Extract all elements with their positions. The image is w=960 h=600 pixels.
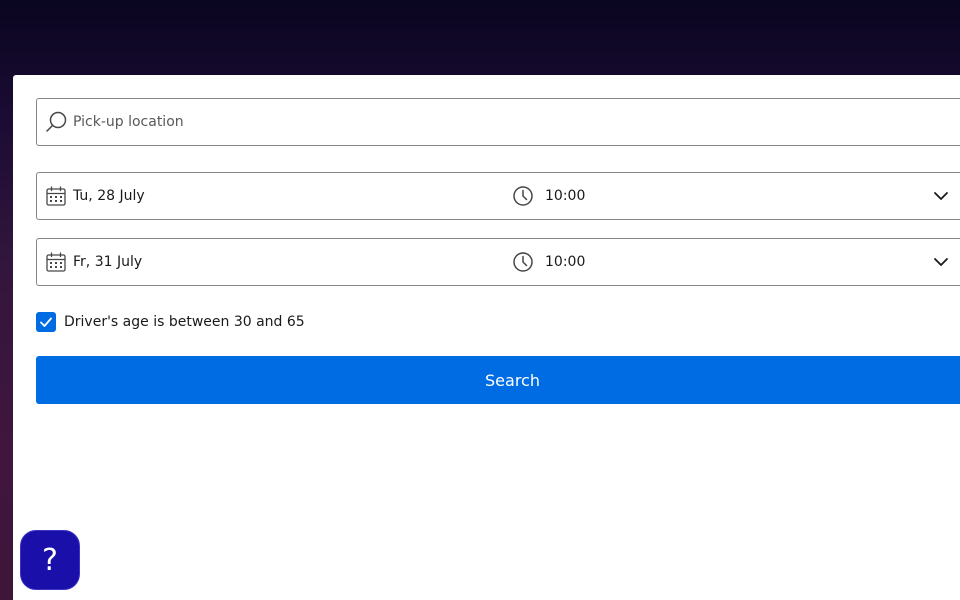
- calendar-icon: [45, 185, 67, 207]
- driver-age-checkbox[interactable]: [36, 312, 56, 332]
- pickup-date-time-field[interactable]: Tu, 28 July 10:00: [36, 172, 960, 220]
- calendar-icon: [45, 251, 67, 273]
- pickup-date: Tu, 28 July: [73, 188, 145, 204]
- search-button[interactable]: Search: [36, 356, 960, 404]
- driver-age-label[interactable]: Driver's age is between 30 and 65: [64, 314, 305, 330]
- driver-age-row: Driver's age is between 30 and 65: [36, 312, 305, 332]
- checkmark-icon: [40, 317, 52, 327]
- dropoff-date-time-field[interactable]: Fr, 31 July 10:00: [36, 238, 960, 286]
- pickup-location-input[interactable]: Pick-up location: [36, 98, 960, 146]
- chevron-down-icon: [932, 253, 950, 271]
- question-mark-icon: ?: [42, 542, 58, 578]
- clock-icon: [512, 251, 534, 273]
- search-icon: [45, 110, 69, 134]
- dropoff-date: Fr, 31 July: [73, 254, 143, 270]
- pickup-location-placeholder: Pick-up location: [73, 114, 184, 130]
- help-button[interactable]: ?: [20, 530, 80, 590]
- dropoff-time: 10:00: [545, 254, 586, 270]
- chevron-down-icon: [932, 187, 950, 205]
- clock-icon: [512, 185, 534, 207]
- pickup-time: 10:00: [545, 188, 586, 204]
- search-form-card: Pick-up location Tu, 28 July 10:00 Fr, 3…: [13, 75, 960, 600]
